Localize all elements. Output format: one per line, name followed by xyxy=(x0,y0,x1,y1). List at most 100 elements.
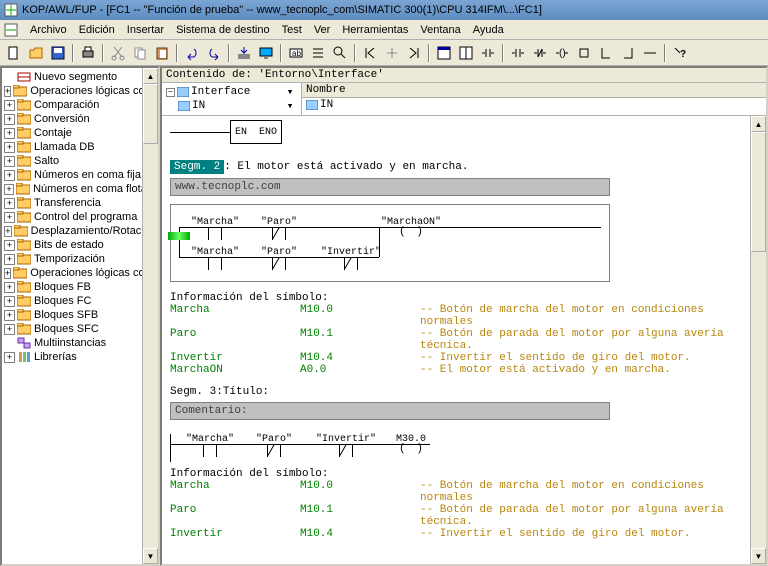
segment-3-comment[interactable]: Comentario: xyxy=(170,402,610,420)
expand-icon[interactable]: + xyxy=(4,324,15,335)
contact-open-button[interactable] xyxy=(508,43,528,63)
tree-item[interactable]: +Bloques FB xyxy=(4,280,156,294)
sidebar-scrollbar[interactable]: ▲ ▼ xyxy=(142,68,158,564)
menu-test[interactable]: Test xyxy=(276,22,308,38)
menu-insertar[interactable]: Insertar xyxy=(121,22,170,38)
help-button[interactable]: ? xyxy=(670,43,690,63)
contact-paro-nc-2[interactable]: "Paro" xyxy=(261,247,297,258)
tree-item[interactable]: +Bloques SFC xyxy=(4,322,156,336)
expand-icon[interactable]: + xyxy=(4,142,15,153)
detail-button[interactable] xyxy=(330,43,350,63)
symbol-button[interactable]: ab xyxy=(286,43,306,63)
goto-start-button[interactable] xyxy=(360,43,380,63)
expand-icon[interactable]: + xyxy=(4,198,15,209)
expand-icon[interactable]: + xyxy=(4,268,11,279)
tree-item[interactable]: +Bloques SFB xyxy=(4,308,156,322)
coil-button[interactable]: () xyxy=(552,43,572,63)
expand-icon[interactable]: + xyxy=(4,114,15,125)
network-1[interactable]: "Marcha" "Paro" "MarchaON" xyxy=(170,204,758,282)
segment-2-comment[interactable]: www.tecnoplc.com xyxy=(170,178,610,196)
redo-button[interactable] xyxy=(204,43,224,63)
scroll-down-button[interactable]: ▼ xyxy=(143,548,158,564)
tree-item[interactable]: +Operaciones lógicas con b xyxy=(4,84,156,98)
expand-icon[interactable]: + xyxy=(4,100,15,111)
window1-button[interactable] xyxy=(434,43,454,63)
paste-button[interactable] xyxy=(152,43,172,63)
tree-item[interactable]: +Comparación xyxy=(4,98,156,112)
expand-icon[interactable]: + xyxy=(4,156,15,167)
download-button[interactable] xyxy=(234,43,254,63)
branch-open-button[interactable] xyxy=(596,43,616,63)
expand-icon[interactable]: + xyxy=(4,254,15,265)
network-2[interactable]: "Marcha" "Paro" "Invertir" M30.0 xyxy=(170,428,610,458)
dropdown-icon[interactable]: ▾ xyxy=(283,99,297,113)
tree-item[interactable]: +Librerías xyxy=(4,350,156,364)
menu-ayuda[interactable]: Ayuda xyxy=(467,22,510,38)
collapse-icon[interactable]: − xyxy=(166,88,175,97)
menu-sistema[interactable]: Sistema de destino xyxy=(170,22,276,38)
undo-button[interactable] xyxy=(182,43,202,63)
ladder-editor[interactable]: FC2 EN ENO Segm. 2: El motor está activa… xyxy=(162,116,766,546)
box-button[interactable] xyxy=(574,43,594,63)
tree-item[interactable]: +Llamada DB xyxy=(4,140,156,154)
tree-item[interactable]: +Temporización xyxy=(4,252,156,266)
contact-paro-nc[interactable]: "Paro" xyxy=(261,217,297,228)
menu-ver[interactable]: Ver xyxy=(308,22,337,38)
expand-icon[interactable]: + xyxy=(4,170,15,181)
tree-item[interactable]: +Transferencia xyxy=(4,196,156,210)
element-tree[interactable]: Nuevo segmento+Operaciones lógicas con b… xyxy=(2,68,158,366)
coil-marchaon[interactable]: "MarchaON" xyxy=(381,217,441,240)
expand-icon[interactable]: + xyxy=(4,226,12,237)
segment-3-header[interactable]: Segm. 3:Título: xyxy=(170,386,758,398)
menu-archivo[interactable]: Archivo xyxy=(24,22,73,38)
scroll-thumb[interactable] xyxy=(143,84,158,144)
expand-icon[interactable]: + xyxy=(4,184,14,195)
tree-item[interactable]: +Números en coma fija xyxy=(4,168,156,182)
contact-paro-nc[interactable]: "Paro" xyxy=(256,434,292,445)
expand-icon[interactable]: + xyxy=(4,296,15,307)
scroll-up-button[interactable]: ▲ xyxy=(751,116,766,132)
contact-invertir-nc[interactable]: "Invertir" xyxy=(316,434,376,445)
contact-marcha[interactable]: "Marcha" xyxy=(186,434,234,445)
menu-ventana[interactable]: Ventana xyxy=(414,22,466,38)
interface-table[interactable]: Nombre IN xyxy=(302,83,766,115)
copy-button[interactable] xyxy=(130,43,150,63)
tree-item[interactable]: +Control del programa xyxy=(4,210,156,224)
editor-vscroll[interactable]: ▲ ▼ xyxy=(750,116,766,564)
expand-icon[interactable]: + xyxy=(4,212,15,223)
tree-item[interactable]: +Conversión xyxy=(4,112,156,126)
contact-invertir-nc[interactable]: "Invertir" xyxy=(321,247,381,258)
fc2-call[interactable]: FC2 EN ENO xyxy=(230,120,758,148)
menu-edicion[interactable]: Edición xyxy=(73,22,121,38)
window2-button[interactable] xyxy=(456,43,476,63)
interface-tree[interactable]: − Interface ▾ IN ▾ xyxy=(162,83,302,115)
coil-m30[interactable]: M30.0 xyxy=(396,434,426,457)
connection-button[interactable] xyxy=(640,43,660,63)
print-button[interactable] xyxy=(78,43,98,63)
tree-item[interactable]: +Contaje xyxy=(4,126,156,140)
expand-icon[interactable]: + xyxy=(4,352,15,363)
tree-item[interactable]: +Bloques FC xyxy=(4,294,156,308)
dropdown-icon[interactable]: ▾ xyxy=(283,85,297,99)
expand-icon[interactable]: + xyxy=(4,310,15,321)
contact-marcha-2[interactable]: "Marcha" xyxy=(191,247,239,258)
tree-item[interactable]: +Desplazamiento/Rotación xyxy=(4,224,156,238)
cut-button[interactable] xyxy=(108,43,128,63)
scroll-thumb[interactable] xyxy=(751,132,766,252)
expand-icon[interactable]: + xyxy=(4,128,15,139)
new-button[interactable] xyxy=(4,43,24,63)
branch-close-button[interactable] xyxy=(618,43,638,63)
tree-item[interactable]: Multiinstancias xyxy=(4,336,156,350)
contact-no-button[interactable] xyxy=(478,43,498,63)
list-button[interactable] xyxy=(308,43,328,63)
save-button[interactable] xyxy=(48,43,68,63)
not-button[interactable] xyxy=(382,43,402,63)
tree-item[interactable]: +Bits de estado xyxy=(4,238,156,252)
open-button[interactable] xyxy=(26,43,46,63)
tree-item[interactable]: Nuevo segmento xyxy=(4,70,156,84)
contact-closed-button[interactable] xyxy=(530,43,550,63)
menu-herramientas[interactable]: Herramientas xyxy=(336,22,414,38)
tree-item[interactable]: +Números en coma flotant xyxy=(4,182,156,196)
segment-2-header[interactable]: Segm. 2: El motor está activado y en mar… xyxy=(170,160,758,174)
mdi-control-icon[interactable] xyxy=(4,23,18,37)
